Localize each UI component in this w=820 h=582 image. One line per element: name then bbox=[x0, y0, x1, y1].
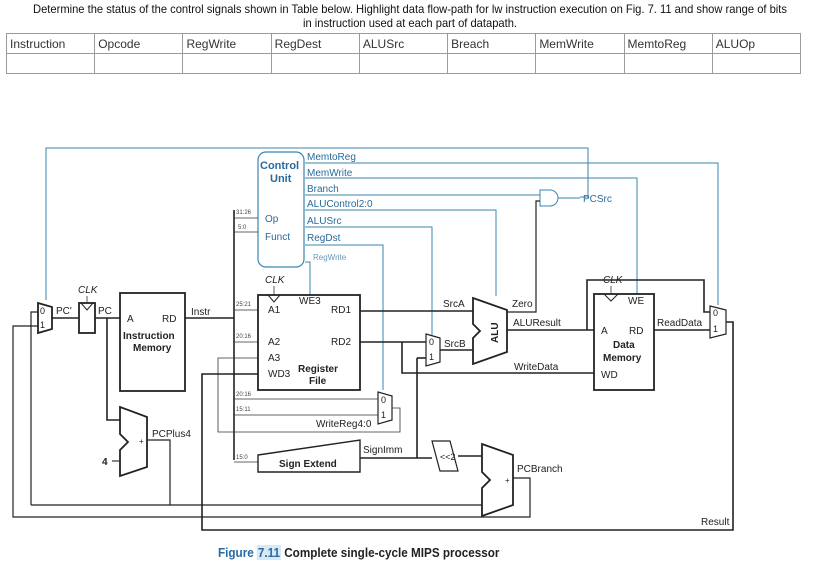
zero-wire bbox=[535, 200, 540, 300]
bits-20-16: 20:16 bbox=[236, 334, 252, 340]
control-unit-title-1: Control bbox=[260, 160, 299, 172]
rf-title-1: Register bbox=[298, 364, 338, 375]
memtoreg-label: MemtoReg bbox=[307, 152, 356, 163]
rf-we3-label: WE3 bbox=[299, 296, 321, 307]
and-gate-icon bbox=[539, 189, 559, 207]
pcbranch-label: PCBranch bbox=[517, 464, 563, 475]
rf-clk-label: CLK bbox=[265, 275, 286, 286]
alusrc-label: ALUSrc bbox=[307, 216, 341, 227]
rf-rd1-label: RD1 bbox=[331, 305, 351, 316]
pc-mux-0: 0 bbox=[40, 306, 45, 316]
dmem-a-label: A bbox=[601, 326, 608, 337]
regdst-mux-1: 1 bbox=[381, 410, 386, 420]
imem-title-1: Instruction bbox=[123, 331, 175, 342]
caption-text: Complete single-cycle MIPS processor bbox=[284, 545, 500, 560]
control-op-label: Op bbox=[265, 214, 279, 225]
pc-prime-label: PC' bbox=[56, 306, 72, 317]
pc-label: PC bbox=[98, 306, 112, 317]
rf-wd3-label: WD3 bbox=[268, 369, 291, 380]
rf-a3-label: A3 bbox=[268, 353, 281, 364]
writereg-label: WriteReg4:0 bbox=[316, 419, 372, 430]
pcbranch-plus: + bbox=[505, 476, 510, 485]
bits-15-0: 15:0 bbox=[236, 455, 248, 461]
instr-label: Instr bbox=[191, 307, 211, 318]
pcsrc-label: PCSrc bbox=[583, 194, 612, 205]
caption-figure: Figure bbox=[218, 545, 254, 560]
caption-number: 7.11 bbox=[257, 545, 281, 560]
four-label: 4 bbox=[102, 457, 108, 468]
imem-title-2: Memory bbox=[133, 343, 172, 354]
bits-20-16-b: 20:16 bbox=[236, 392, 252, 398]
imem-a-label: A bbox=[127, 314, 134, 325]
dmem-wd-label: WD bbox=[601, 370, 618, 381]
memtoreg-mux-1: 1 bbox=[713, 324, 718, 334]
regdst-label: RegDst bbox=[307, 233, 341, 244]
branch-label: Branch bbox=[307, 184, 339, 195]
regwrite-label: RegWrite bbox=[313, 253, 347, 262]
signimm-label: SignImm bbox=[363, 445, 402, 456]
instruction-memory bbox=[119, 292, 186, 392]
dmem-rd-label: RD bbox=[629, 326, 643, 337]
memwrite-label: MemWrite bbox=[307, 168, 353, 179]
pc-register bbox=[78, 302, 96, 334]
memtoreg-mux-0: 0 bbox=[713, 308, 718, 318]
rf-a2-label: A2 bbox=[268, 337, 281, 348]
aluresult-label: ALUResult bbox=[513, 318, 561, 329]
dmem-title-2: Memory bbox=[603, 353, 642, 364]
figure-caption: Figure 7.11 Complete single-cycle MIPS p… bbox=[218, 545, 499, 560]
alusrc-mux-1: 1 bbox=[429, 352, 434, 362]
srcb-label: SrcB bbox=[444, 339, 466, 350]
dmem-clk-label: CLK bbox=[603, 275, 624, 286]
bits-15-11: 15:11 bbox=[236, 407, 251, 413]
writedata-label: WriteData bbox=[514, 362, 559, 373]
shift-label: <<2 bbox=[440, 452, 456, 462]
control-funct-label: Funct bbox=[265, 232, 290, 243]
pc-to-adder-wire bbox=[106, 318, 120, 421]
pcplus4-label: PCPlus4 bbox=[152, 429, 191, 440]
regdst-mux-0: 0 bbox=[381, 395, 386, 405]
dmem-title-1: Data bbox=[613, 340, 635, 351]
control-unit-title-2: Unit bbox=[270, 173, 292, 185]
pcplus4-to-mux-wire bbox=[30, 311, 38, 505]
memtoreg-wire bbox=[305, 162, 719, 305]
bits-31-26: 31:26 bbox=[236, 210, 252, 216]
zero-label: Zero bbox=[512, 299, 533, 310]
rf-a1-label: A1 bbox=[268, 305, 281, 316]
rf-rd2-label: RD2 bbox=[331, 337, 351, 348]
sign-extend-label: Sign Extend bbox=[279, 459, 337, 470]
pc-clk-label: CLK bbox=[78, 285, 99, 296]
alu-label: ALU bbox=[490, 322, 501, 343]
srca-label: SrcA bbox=[443, 299, 465, 310]
dmem-we-label: WE bbox=[628, 296, 644, 307]
imem-rd-label: RD bbox=[162, 314, 176, 325]
mips-datapath-diagram: PCSrc Control Unit Op Funct MemtoReg Mem… bbox=[12, 147, 734, 531]
readdata-label: ReadData bbox=[657, 318, 702, 329]
bits-25-21: 25:21 bbox=[236, 302, 252, 308]
pcplus4-plus: + bbox=[139, 437, 144, 446]
alusrc-mux-0: 0 bbox=[429, 337, 434, 347]
rf-title-2: File bbox=[309, 376, 327, 387]
pc-mux-1: 1 bbox=[40, 320, 45, 330]
alucontrol-label: ALUControl2:0 bbox=[307, 199, 373, 210]
bits-5-0: 5:0 bbox=[238, 225, 247, 231]
result-label: Result bbox=[701, 517, 730, 528]
